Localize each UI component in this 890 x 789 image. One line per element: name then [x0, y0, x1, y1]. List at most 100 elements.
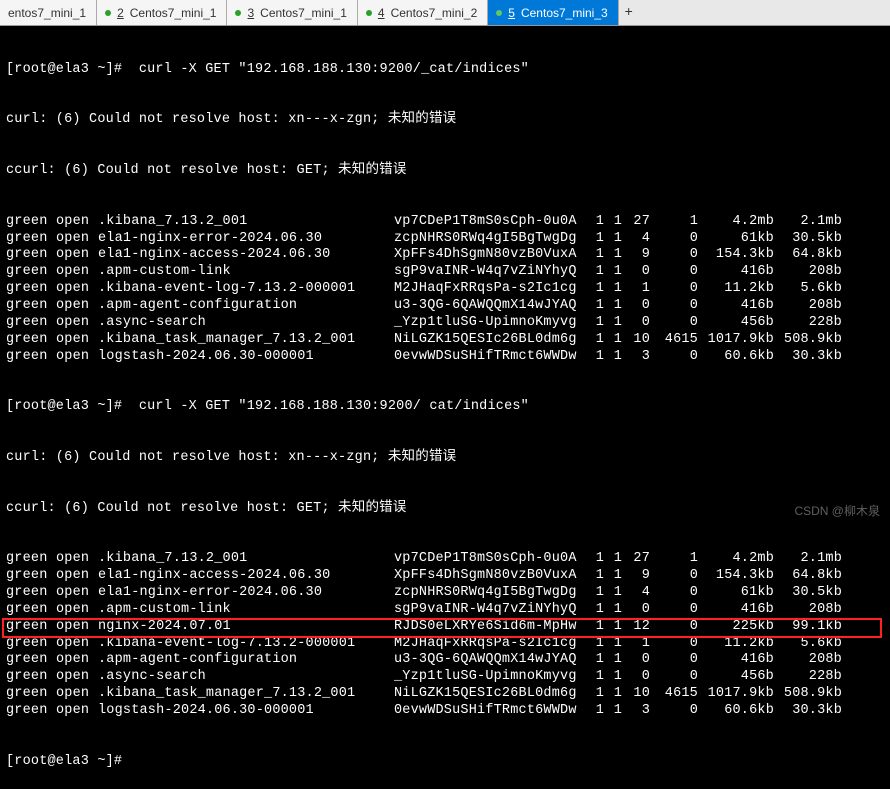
cell: 30.5kb	[774, 231, 842, 248]
index-row: greenopenela1-nginx-access-2024.06.30XpF…	[6, 247, 884, 264]
cell: green	[6, 332, 56, 349]
cell: green	[6, 231, 56, 248]
cell: 1	[586, 585, 604, 602]
cell: ela1-nginx-error-2024.06.30	[98, 231, 394, 248]
indices-block-1: greenopen.kibana_7.13.2_001vp7CDeP1T8mS0…	[6, 214, 884, 366]
tab-label: Centos7_mini_3	[521, 6, 608, 20]
tab-label: Centos7_mini_1	[130, 6, 217, 20]
cell: open	[56, 247, 98, 264]
cell: ela1-nginx-access-2024.06.30	[98, 247, 394, 264]
tab-5-active[interactable]: 5 Centos7_mini_3	[488, 0, 618, 25]
cell: 225kb	[698, 619, 774, 636]
cell: 1	[604, 231, 622, 248]
new-tab-button[interactable]: +	[619, 0, 639, 25]
cell: 1	[586, 669, 604, 686]
cell: 1	[650, 214, 698, 231]
cell: 10	[622, 686, 650, 703]
cell: 5.6kb	[774, 636, 842, 653]
cell: open	[56, 686, 98, 703]
cell: green	[6, 669, 56, 686]
index-row: greenopen.kibana_task_manager_7.13.2_001…	[6, 686, 884, 703]
error-line: curl: (6) Could not resolve host: xn---x…	[6, 112, 884, 129]
cell: 27	[622, 551, 650, 568]
cell: XpFFs4DhSgmN80vzB0VuxA	[394, 247, 586, 264]
cell: open	[56, 652, 98, 669]
cell: green	[6, 585, 56, 602]
cell: 2.1mb	[774, 214, 842, 231]
cell: .kibana_task_manager_7.13.2_001	[98, 686, 394, 703]
cell: XpFFs4DhSgmN80vzB0VuxA	[394, 568, 586, 585]
cell: 1	[604, 652, 622, 669]
cell: 0	[650, 298, 698, 315]
cell: open	[56, 602, 98, 619]
index-row: greenopen.kibana-event-log-7.13.2-000001…	[6, 636, 884, 653]
cell: open	[56, 568, 98, 585]
tab-1[interactable]: entos7_mini_1	[0, 0, 97, 25]
status-dot-icon	[105, 10, 111, 16]
cell: green	[6, 686, 56, 703]
cell: sgP9vaINR-W4q7vZiNYhyQ	[394, 264, 586, 281]
index-row: greenopenlogstash-2024.06.30-0000010evwW…	[6, 703, 884, 720]
cell: 208b	[774, 652, 842, 669]
cell: 4615	[650, 686, 698, 703]
cell: 3	[622, 703, 650, 720]
status-dot-icon	[235, 10, 241, 16]
cell: 0	[622, 669, 650, 686]
cell: 1	[586, 703, 604, 720]
terminal-output[interactable]: [root@ela3 ~]# curl -X GET "192.168.188.…	[0, 26, 890, 789]
cell: 0	[622, 602, 650, 619]
cell: 1	[604, 298, 622, 315]
cell: 508.9kb	[774, 686, 842, 703]
cell: 416b	[698, 298, 774, 315]
cell: green	[6, 214, 56, 231]
cell: 1	[604, 264, 622, 281]
cell: 1	[604, 568, 622, 585]
cell: 1	[586, 281, 604, 298]
cell: ela1-nginx-error-2024.06.30	[98, 585, 394, 602]
cell: green	[6, 551, 56, 568]
cell: 1	[586, 652, 604, 669]
tab-2[interactable]: 2 Centos7_mini_1	[97, 0, 227, 25]
index-row: greenopen.kibana-event-log-7.13.2-000001…	[6, 281, 884, 298]
cell: green	[6, 568, 56, 585]
cell: 228b	[774, 669, 842, 686]
cell: 9	[622, 247, 650, 264]
cell: 0	[650, 281, 698, 298]
cell: 0evwWDSuSHifTRmct6WWDw	[394, 349, 586, 366]
cell: 61kb	[698, 585, 774, 602]
index-row: greenopen.apm-custom-linksgP9vaINR-W4q7v…	[6, 602, 884, 619]
cell: 4615	[650, 332, 698, 349]
index-row: greenopenela1-nginx-access-2024.06.30XpF…	[6, 568, 884, 585]
status-dot-icon	[366, 10, 372, 16]
tab-label: Centos7_mini_1	[260, 6, 347, 20]
watermark: CSDN @柳木泉	[794, 502, 880, 519]
cell: 30.5kb	[774, 585, 842, 602]
cell: open	[56, 585, 98, 602]
cell: u3-3QG-6QAWQQmX14wJYAQ	[394, 298, 586, 315]
index-row: greenopen.async-search_Yzp1tluSG-UpimnoK…	[6, 315, 884, 332]
cell: green	[6, 636, 56, 653]
cell: NiLGZK15QESIc26BL0dm6g	[394, 332, 586, 349]
tab-3[interactable]: 3 Centos7_mini_1	[227, 0, 357, 25]
cell: .async-search	[98, 669, 394, 686]
error-line: ccurl: (6) Could not resolve host: GET; …	[6, 163, 884, 180]
cell: 1	[586, 264, 604, 281]
cell: open	[56, 349, 98, 366]
cell: logstash-2024.06.30-000001	[98, 703, 394, 720]
cell: 1	[586, 231, 604, 248]
error-line: ccurl: (6) Could not resolve host: GET; …	[6, 501, 884, 518]
tab-num: 4	[378, 6, 385, 20]
tab-4[interactable]: 4 Centos7_mini_2	[358, 0, 488, 25]
cell: green	[6, 281, 56, 298]
indices-block-2: greenopen.kibana_7.13.2_001vp7CDeP1T8mS0…	[6, 551, 884, 720]
cell: zcpNHRS0RWq4gI5BgTwgDg	[394, 231, 586, 248]
cell: 1	[586, 636, 604, 653]
index-row: greenopen.kibana_7.13.2_001vp7CDeP1T8mS0…	[6, 214, 884, 231]
index-row: greenopenlogstash-2024.06.30-0000010evwW…	[6, 349, 884, 366]
cell: 1	[586, 298, 604, 315]
cell: 5.6kb	[774, 281, 842, 298]
cell: 154.3kb	[698, 247, 774, 264]
tab-num: 2	[117, 6, 124, 20]
cell: .async-search	[98, 315, 394, 332]
cell: 1	[586, 214, 604, 231]
